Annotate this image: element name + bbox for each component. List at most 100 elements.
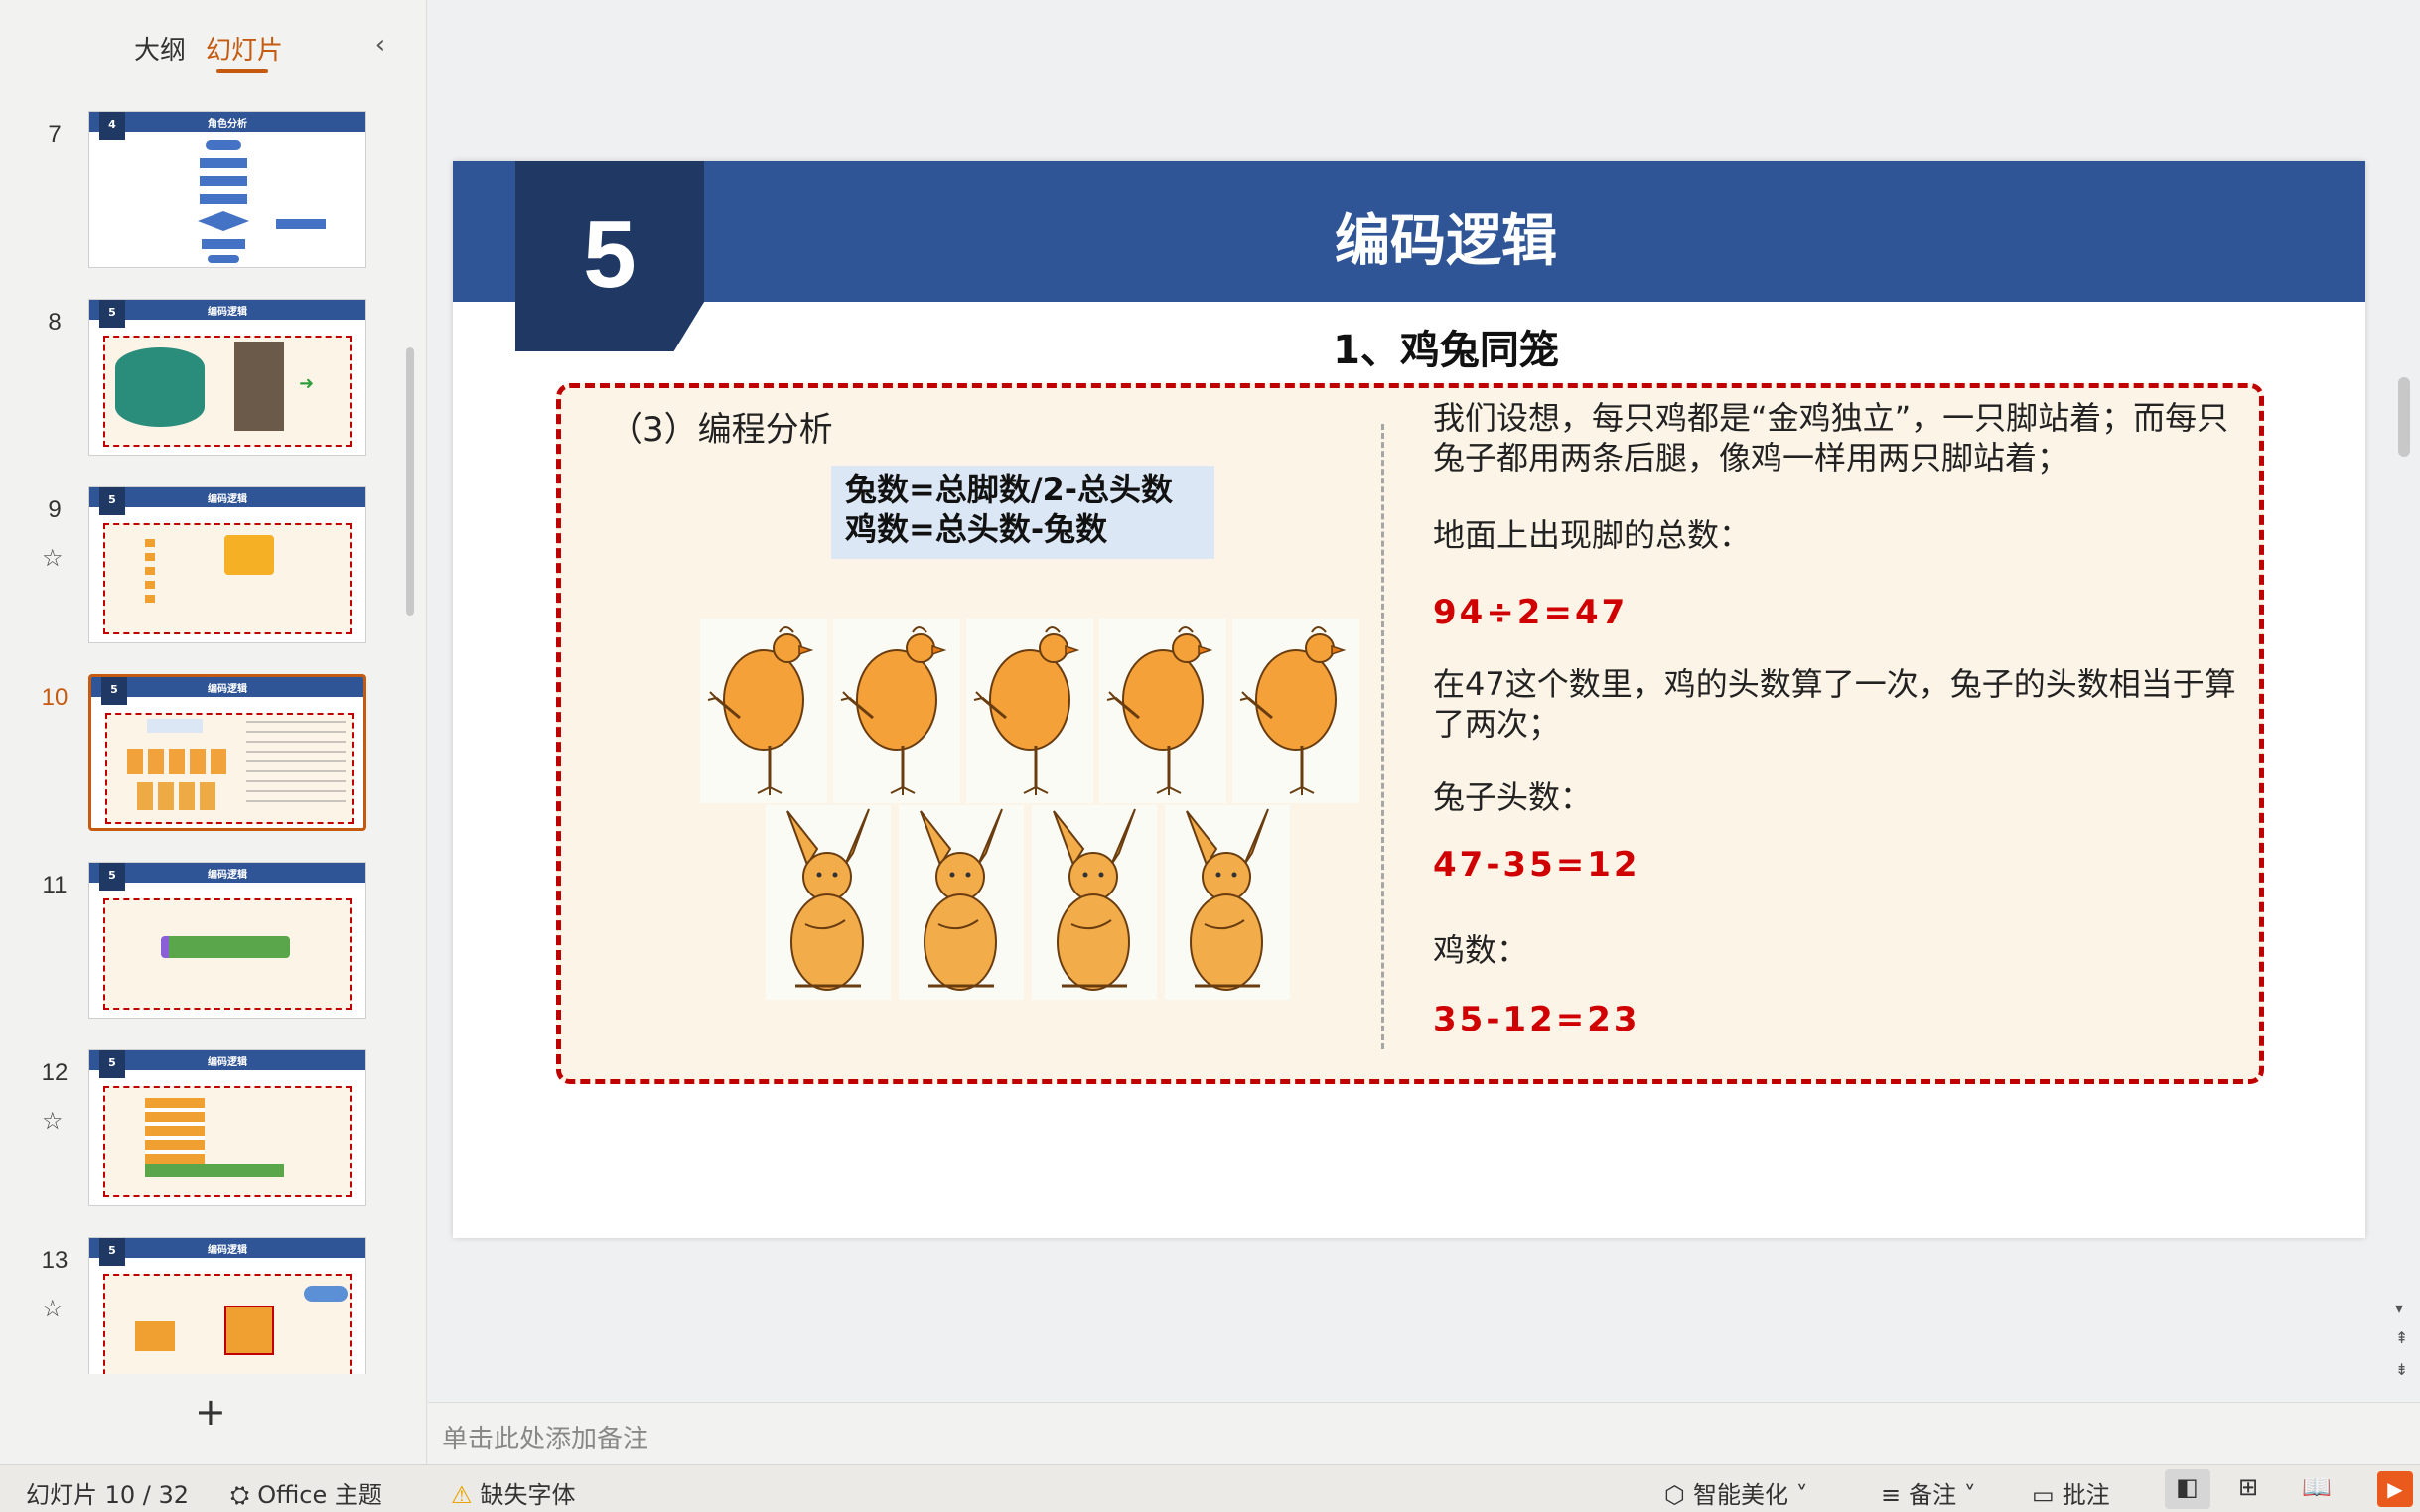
thumbnail-content-box	[105, 713, 354, 824]
star-icon: ☆	[42, 1107, 64, 1135]
arrow-icon: ➜	[299, 373, 315, 394]
rabbits-preview	[137, 782, 216, 810]
equation-rabbits: 47-35=12	[1433, 845, 1640, 885]
paragraph-chicken-count: 鸡数：	[1433, 931, 1529, 969]
beautify-icon: ⬡	[1664, 1481, 1685, 1509]
thumbnail-number: 12	[41, 1059, 69, 1086]
thumbnail-row-13: 13 ☆ 5 编码逻辑	[0, 1237, 397, 1374]
star-icon: ☆	[42, 1295, 64, 1322]
add-slide-button[interactable]: +	[195, 1390, 226, 1434]
thumbnail-title: 编码逻辑	[208, 1245, 247, 1256]
rabbit-3	[1030, 803, 1159, 1002]
status-bar: 幻灯片 10 / 32 ⛭ Office 主题 ⚠ 缺失字体 ⬡ 智能美化 ˅ ≡ 备注…	[0, 1464, 2420, 1512]
cage-image	[115, 347, 205, 427]
slides-panel: 大纲 幻灯片 ‹ 7 4 角色分析 8 5 编码逻辑 ➜ 9 ☆ 5 编码逻辑 …	[0, 0, 427, 1464]
reading-view-icon[interactable]: 📖	[2302, 1473, 2332, 1501]
thumbnail-number: 11	[42, 872, 68, 898]
grid-view-icon[interactable]: ⊞	[2238, 1473, 2258, 1501]
previous-slide-icon[interactable]: ⇞	[2395, 1328, 2408, 1347]
comments-label: 批注	[2062, 1481, 2110, 1509]
section-number: 5	[583, 202, 637, 308]
missing-font-label: 缺失字体	[480, 1481, 576, 1509]
slide-thumbnail-11[interactable]: 5 编码逻辑	[88, 862, 366, 1019]
slide-subtitle: 1、鸡兔同笼	[1333, 328, 1559, 373]
normal-view-icon: ◧	[2176, 1473, 2199, 1501]
thumbnail-row-12: 12 ☆ 5 编码逻辑	[0, 1049, 397, 1213]
active-tab-indicator	[216, 69, 268, 73]
thumbnail-content-box	[103, 1086, 352, 1197]
rabbits-illustration	[764, 803, 1302, 1002]
code-block	[224, 535, 274, 575]
chevron-down-icon: ˅	[1956, 1481, 1976, 1509]
thumbnail-row-9: 9 ☆ 5 编码逻辑	[0, 486, 397, 650]
thumbnail-title: 编码逻辑	[208, 307, 247, 318]
formula-line-rabbits: 兔数=总脚数/2-总头数	[845, 471, 1174, 508]
slide-thumbnail-12[interactable]: 5 编码逻辑	[88, 1049, 366, 1206]
book-image	[234, 342, 284, 431]
flowchart-preview	[194, 140, 253, 263]
thumbnail-row-11: 11 5 编码逻辑	[0, 862, 397, 1026]
slide-thumbnail-7[interactable]: 4 角色分析	[88, 111, 366, 268]
theme-button[interactable]: ⛭ Office 主题	[230, 1475, 382, 1510]
slide-thumbnail-8[interactable]: 5 编码逻辑 ➜	[88, 299, 366, 456]
thumbnail-content-box: ➜	[103, 336, 352, 447]
chevron-left-icon[interactable]: ‹	[365, 30, 395, 60]
tab-outline[interactable]: 大纲	[134, 30, 186, 67]
thumbnail-row-10: 10 5 编码逻辑	[0, 674, 397, 838]
smart-beautify-button[interactable]: ⬡ 智能美化 ˅	[1664, 1475, 1808, 1510]
paragraph-assumption: 我们设想，每只鸡都是“金鸡独立”，一只脚站着；而每只兔子都用两条后腿，像鸡一样用…	[1433, 399, 2229, 477]
thumbnail-title: 编码逻辑	[208, 1057, 247, 1068]
thumbnail-scrollbar[interactable]	[406, 347, 414, 616]
slide-canvas[interactable]: 编码逻辑 5 1、鸡兔同笼 （3）编程分析 兔数=总脚数/2-总头数 鸡数=总头…	[453, 161, 2365, 1238]
slide-thumbnail-10[interactable]: 5 编码逻辑	[88, 674, 366, 831]
equation-total-feet: 94÷2=47	[1433, 593, 1629, 632]
thumbnail-content-box	[103, 898, 352, 1010]
theme-label: Office 主题	[257, 1481, 382, 1509]
equation-chickens: 35-12=23	[1433, 1000, 1640, 1039]
missing-font-button[interactable]: ⚠ 缺失字体	[451, 1475, 576, 1510]
chicken-2	[831, 617, 962, 805]
thumbnail-title: 角色分析	[208, 119, 247, 130]
notes-placeholder[interactable]: 单击此处添加备注	[442, 1419, 648, 1455]
next-slide-icon[interactable]: ⇟	[2395, 1360, 2408, 1379]
thumbnail-row-7: 7 4 角色分析	[0, 111, 397, 275]
warning-icon: ⚠	[451, 1481, 473, 1509]
paragraph-heads: 在47这个数里，鸡的头数算了一次，兔子的头数相当于算了两次；	[1433, 665, 2236, 743]
slide-counter: 幻灯片 10 / 32	[26, 1481, 190, 1509]
play-slideshow-icon[interactable]: ▶	[2377, 1471, 2413, 1507]
column-divider	[1381, 424, 1384, 1049]
variables-list	[145, 539, 155, 609]
star-icon: ☆	[42, 544, 64, 572]
notes-toggle-button[interactable]: ≡ 备注 ˅	[1881, 1475, 1976, 1510]
formula-preview	[147, 719, 203, 733]
comment-icon: ▭	[2032, 1481, 2055, 1509]
tab-slides[interactable]: 幻灯片	[206, 30, 283, 67]
notes-label: 备注	[1909, 1481, 1957, 1509]
slide-thumbnail-13[interactable]: 5 编码逻辑	[88, 1237, 366, 1374]
section-heading: （3）编程分析	[609, 410, 833, 450]
slide-title: 编码逻辑	[1335, 209, 1557, 274]
slide-thumbnail-9[interactable]: 5 编码逻辑	[88, 486, 366, 643]
thumbnail-title: 编码逻辑	[208, 684, 247, 695]
thumbnail-number: 7	[48, 121, 62, 148]
thumbnail-title: 编码逻辑	[208, 870, 247, 881]
rabbits-svg	[764, 803, 1292, 1002]
chicken-5	[1230, 617, 1361, 805]
notes-pane[interactable]: 单击此处添加备注	[428, 1402, 2420, 1464]
scroll-down-icon[interactable]: ▾	[2395, 1299, 2403, 1317]
chickens-illustration	[698, 617, 1365, 805]
thumbnail-number: 10	[41, 684, 69, 711]
thumbnail-content-box	[103, 523, 352, 634]
comments-button[interactable]: ▭ 批注	[2032, 1475, 2110, 1510]
canvas-scrollbar[interactable]	[2398, 377, 2410, 457]
formula-box: 兔数=总脚数/2-总头数 鸡数=总头数-兔数	[831, 466, 1214, 559]
notes-icon: ≡	[1881, 1481, 1902, 1509]
rabbit-1	[764, 803, 893, 1002]
code-block	[161, 936, 290, 958]
code-block	[135, 1321, 175, 1351]
rabbit-2	[897, 803, 1026, 1002]
paragraph-total-feet: 地面上出现脚的总数：	[1433, 516, 1752, 554]
chickens-preview	[127, 749, 226, 774]
code-block	[224, 1306, 274, 1355]
chevron-down-icon: ˅	[1787, 1481, 1808, 1509]
